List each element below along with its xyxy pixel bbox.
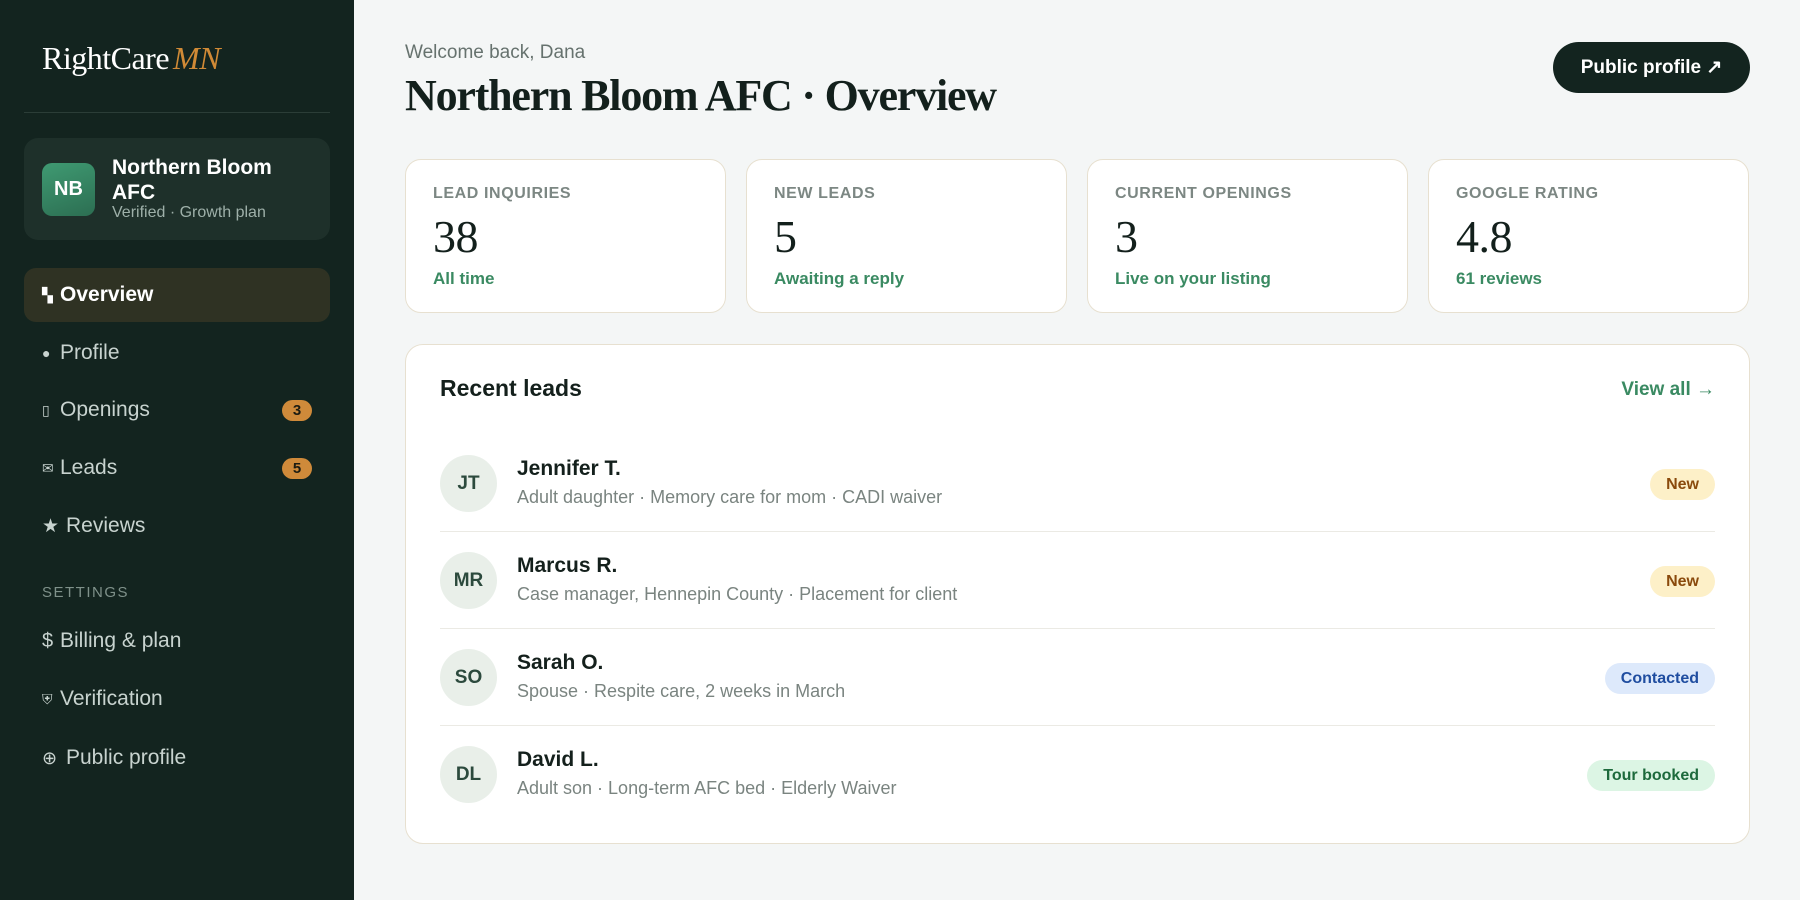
status-badge: New bbox=[1650, 566, 1715, 597]
stat-label: NEW LEADS bbox=[774, 185, 876, 202]
recent-leads-title: Recent leads bbox=[440, 375, 582, 401]
reviews-icon: ★ bbox=[42, 515, 60, 537]
stat-note: 61 reviews bbox=[1456, 269, 1543, 288]
sidebar-item-leads[interactable]: ✉ Leads 5 bbox=[24, 441, 330, 495]
sidebar-item-label: Verification bbox=[60, 687, 163, 710]
lead-avatar: MR bbox=[440, 552, 497, 609]
stat-note: Live on your listing bbox=[1115, 269, 1271, 288]
openings-count-badge: 3 bbox=[282, 400, 312, 421]
sidebar-item-label: Overview bbox=[60, 283, 154, 306]
stat-note: All time bbox=[433, 269, 495, 288]
sidebar-item-openings[interactable]: ▯ Openings 3 bbox=[24, 383, 330, 437]
facility-card[interactable]: NB Northern Bloom AFC Verified · Growth … bbox=[24, 138, 330, 240]
stat-label: LEAD INQUIRIES bbox=[433, 185, 572, 202]
sidebar-item-label: Public profile bbox=[66, 746, 187, 769]
lead-detail: Case manager, Hennepin County · Placemen… bbox=[517, 584, 958, 604]
lead-detail: Adult daughter · Memory care for mom · C… bbox=[517, 487, 943, 507]
stat-card-new-leads: NEW LEADS 5 Awaiting a reply bbox=[746, 159, 1067, 313]
lead-avatar: DL bbox=[440, 746, 497, 803]
lead-name: Marcus R. bbox=[517, 554, 618, 577]
status-badge: Tour booked bbox=[1587, 760, 1715, 791]
lead-row[interactable]: DL David L. Adult son · Long-term AFC be… bbox=[440, 726, 1715, 823]
brand-accent: MN bbox=[173, 40, 221, 76]
sidebar-item-billing[interactable]: $ Billing & plan bbox=[24, 614, 330, 668]
sidebar-item-verification[interactable]: ⛨ Verification bbox=[24, 672, 330, 726]
lead-detail: Spouse · Respite care, 2 weeks in March bbox=[517, 681, 846, 701]
stat-card-current-openings: CURRENT OPENINGS 3 Live on your listing bbox=[1087, 159, 1408, 313]
stat-label: GOOGLE RATING bbox=[1456, 185, 1599, 202]
sidebar-item-reviews[interactable]: ★ Reviews bbox=[24, 499, 330, 553]
stat-label: CURRENT OPENINGS bbox=[1115, 185, 1292, 202]
sidebar-item-public-profile[interactable]: ⊕ Public profile bbox=[24, 731, 330, 785]
page-title: Northern Bloom AFC · Overview bbox=[405, 71, 997, 120]
view-all-link[interactable]: View all → bbox=[1621, 379, 1715, 401]
status-badge: Contacted bbox=[1604, 663, 1715, 694]
stat-card-google-rating: GOOGLE RATING 4.8 61 reviews bbox=[1428, 159, 1749, 313]
recent-leads-card: Recent leads View all → JT Jennifer T. A… bbox=[405, 344, 1750, 844]
stat-value: 3 bbox=[1115, 211, 1138, 262]
sidebar-item-label: Profile bbox=[60, 341, 120, 364]
facility-subtitle: Verified · Growth plan bbox=[112, 204, 266, 221]
brand-logo[interactable]: RightCare MN bbox=[42, 40, 221, 77]
facility-avatar: NB bbox=[42, 163, 95, 216]
openings-icon: ▯ bbox=[42, 401, 50, 418]
welcome-text: Welcome back, Dana bbox=[405, 42, 586, 63]
sidebar-item-label: Leads bbox=[60, 456, 118, 479]
stat-note: Awaiting a reply bbox=[774, 269, 905, 288]
brand-divider bbox=[24, 112, 330, 113]
verification-icon: ⛨ bbox=[42, 690, 53, 707]
stat-value: 38 bbox=[433, 211, 479, 262]
sidebar-item-label: Billing & plan bbox=[60, 629, 182, 652]
settings-heading: SETTINGS bbox=[42, 584, 130, 601]
brand-name: RightCare bbox=[42, 40, 170, 76]
stat-value: 5 bbox=[774, 211, 797, 262]
public-profile-button[interactable]: Public profile ↗ bbox=[1553, 42, 1750, 93]
stat-value: 4.8 bbox=[1456, 211, 1513, 262]
lead-avatar: SO bbox=[440, 649, 497, 706]
lead-avatar: JT bbox=[440, 455, 497, 512]
lead-detail: Adult son · Long-term AFC bed · Elderly … bbox=[517, 778, 897, 798]
sidebar-item-overview[interactable]: ▚ Overview bbox=[24, 268, 330, 322]
lead-row[interactable]: MR Marcus R. Case manager, Hennepin Coun… bbox=[440, 532, 1715, 629]
lead-row[interactable]: SO Sarah O. Spouse · Respite care, 2 wee… bbox=[440, 629, 1715, 726]
public-profile-icon: ⊕ bbox=[42, 747, 58, 768]
leads-count-badge: 5 bbox=[282, 458, 312, 479]
stat-card-lead-inquiries: LEAD INQUIRIES 38 All time bbox=[405, 159, 726, 313]
status-badge: New bbox=[1650, 469, 1715, 500]
billing-icon: $ bbox=[42, 629, 54, 652]
overview-icon: ▚ bbox=[42, 286, 53, 303]
sidebar-item-label: Reviews bbox=[66, 514, 146, 537]
facility-name: Northern Bloom AFC bbox=[112, 156, 272, 204]
sidebar-item-label: Openings bbox=[60, 398, 150, 421]
profile-icon: ● bbox=[42, 345, 51, 361]
sidebar: RightCare MN NB Northern Bloom AFC Verifi… bbox=[0, 0, 354, 900]
lead-name: David L. bbox=[517, 748, 599, 771]
lead-row[interactable]: JT Jennifer T. Adult daughter · Memory c… bbox=[440, 435, 1715, 532]
sidebar-item-profile[interactable]: ● Profile bbox=[24, 326, 330, 380]
lead-name: Sarah O. bbox=[517, 651, 604, 674]
lead-name: Jennifer T. bbox=[517, 457, 621, 480]
leads-icon: ✉ bbox=[42, 459, 54, 476]
